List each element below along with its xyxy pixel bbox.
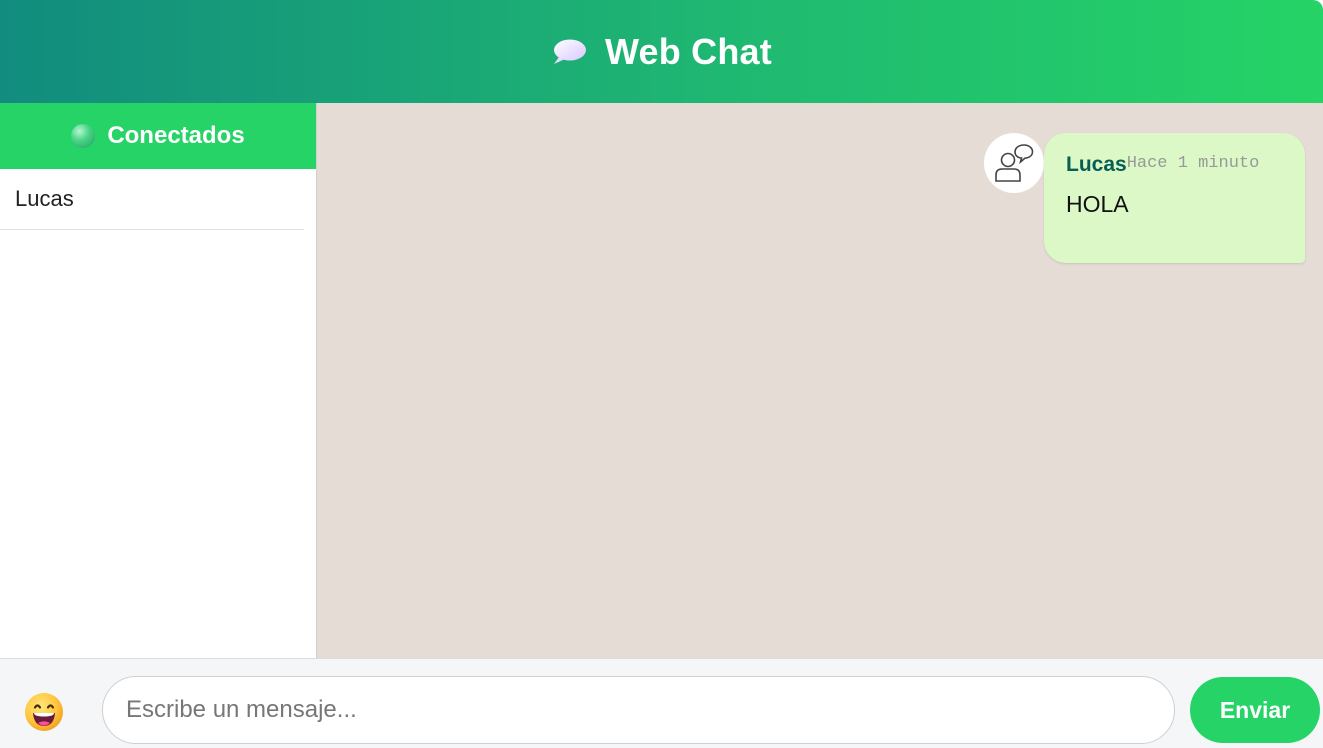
send-button[interactable]: Enviar [1190, 677, 1320, 743]
app-title: Web Chat [605, 30, 772, 72]
message-composer: Enviar [0, 658, 1323, 748]
user-name: Lucas [15, 186, 74, 211]
message-input[interactable] [102, 676, 1175, 744]
chat-app: Web Chat Conectados Lucas Lucas Hace 1 m… [0, 0, 1323, 748]
online-dot-icon [71, 124, 96, 148]
message-text: HOLA [1066, 191, 1129, 217]
app-header: Web Chat [0, 0, 1323, 103]
message-area: Lucas Hace 1 minuto HOLA [317, 103, 1323, 658]
message-sender: Lucas [1066, 153, 1127, 176]
message-time: Hace 1 minuto [1126, 154, 1260, 173]
connected-users-sidebar: Conectados Lucas [0, 103, 317, 658]
message-header: Lucas Hace 1 minuto [1066, 153, 1283, 177]
user-chat-icon [984, 133, 1044, 193]
user-list-item[interactable]: Lucas [0, 169, 304, 230]
message-bubble: Lucas Hace 1 minuto HOLA [1044, 133, 1305, 263]
sidebar-header: Conectados [0, 103, 316, 169]
sidebar-title: Conectados [107, 122, 245, 149]
grinning-face-icon[interactable] [24, 692, 64, 732]
speech-balloon-icon [551, 38, 587, 66]
